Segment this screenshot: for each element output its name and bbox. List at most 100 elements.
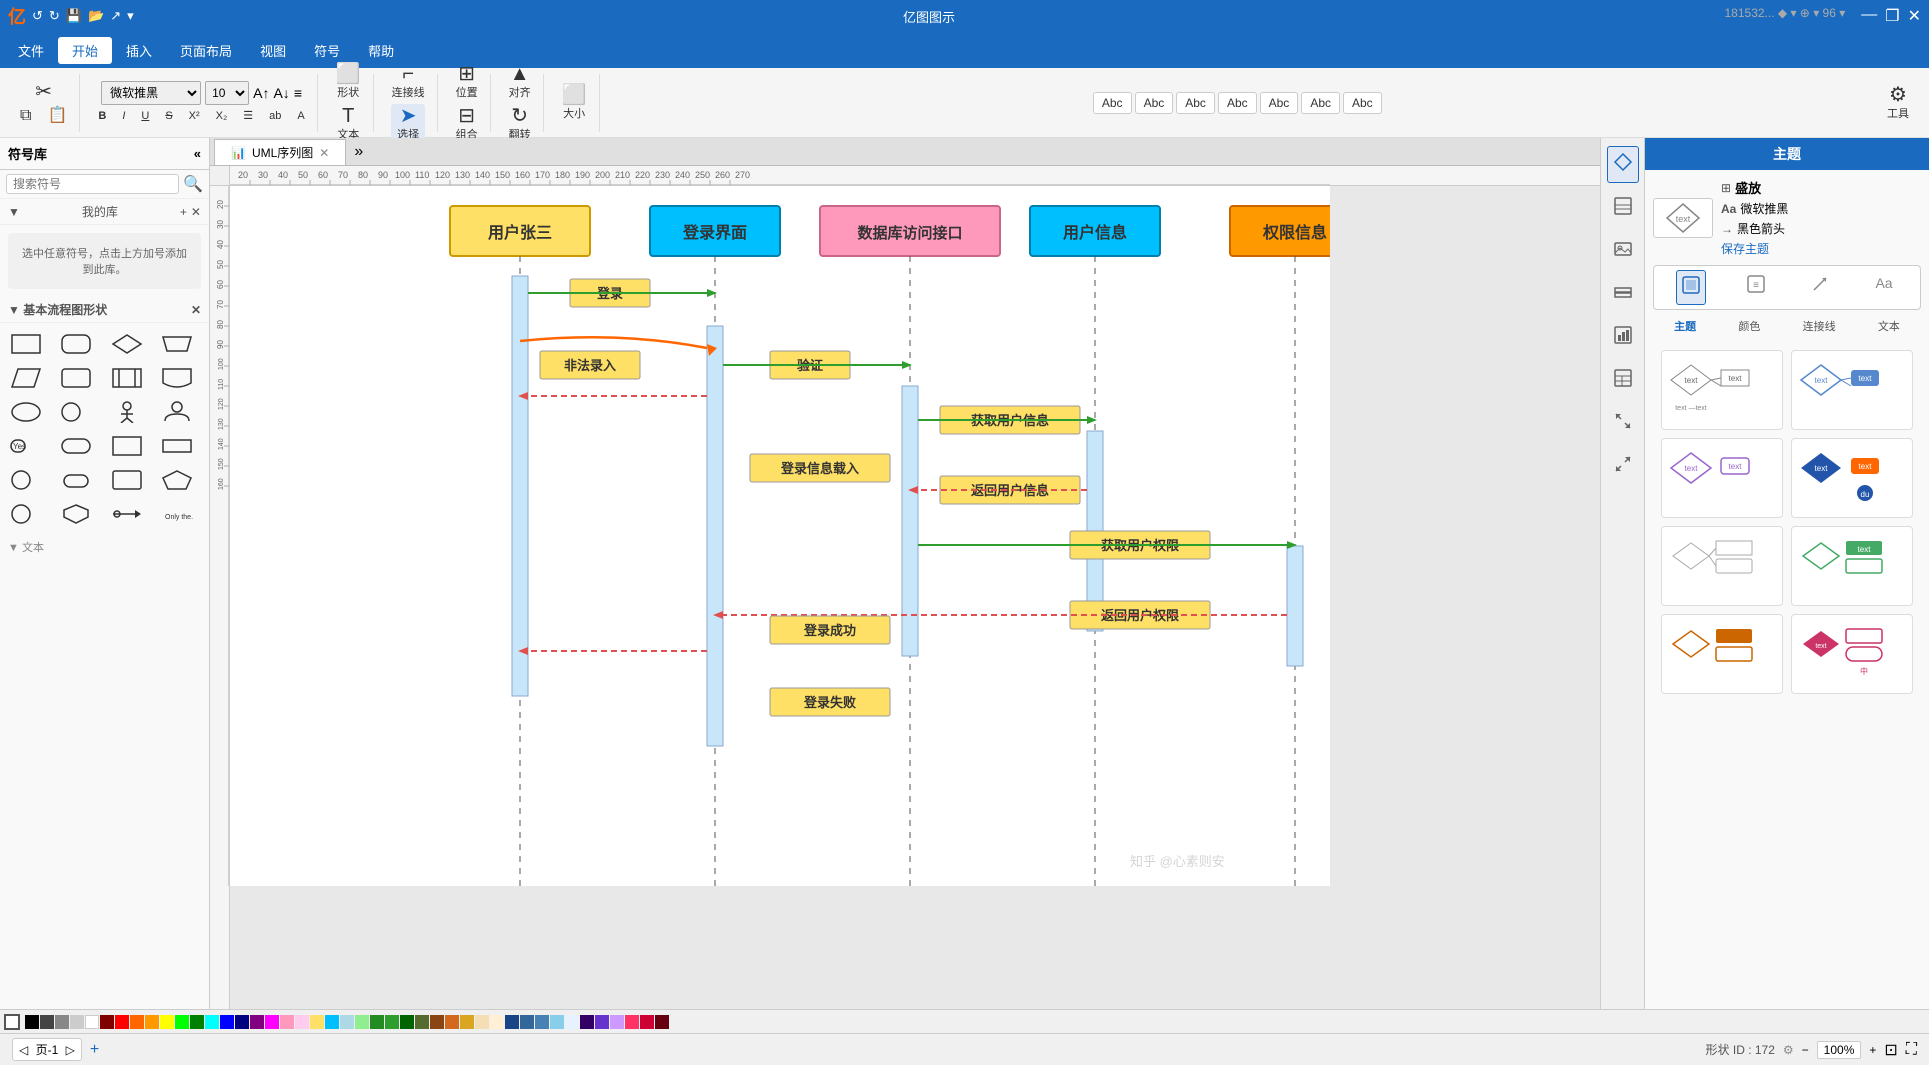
shape-shield[interactable]	[56, 499, 96, 529]
cut-btn[interactable]: ✂	[29, 80, 58, 104]
shape-note[interactable]: Only the...	[157, 499, 197, 529]
shape-process[interactable]	[107, 363, 147, 393]
theme-mode-btn[interactable]	[1676, 270, 1706, 305]
shape-rect3[interactable]	[107, 431, 147, 461]
style-abc-1[interactable]: Abc	[1093, 92, 1132, 114]
font-size-select[interactable]: 10 12 14	[205, 81, 249, 105]
shape-rect4[interactable]	[157, 431, 197, 461]
shape-user[interactable]	[157, 397, 197, 427]
color-swatch-darkgray[interactable]	[40, 1015, 54, 1029]
close-shapes-btn[interactable]: ✕	[191, 303, 201, 317]
menu-insert[interactable]: 插入	[112, 37, 166, 64]
style-abc-7[interactable]: Abc	[1343, 92, 1382, 114]
shape-ellipse[interactable]	[6, 397, 46, 427]
save-btn[interactable]: 💾	[66, 8, 82, 24]
color-swatch-23[interactable]	[430, 1015, 444, 1029]
superscript-btn[interactable]: X²	[183, 108, 206, 124]
underline-btn[interactable]: U	[135, 108, 155, 124]
save-theme-btn[interactable]: 保存主题	[1721, 240, 1788, 257]
color-swatch-22[interactable]	[415, 1015, 429, 1029]
color-swatch-5[interactable]	[160, 1015, 174, 1029]
close-btn[interactable]: ✕	[1908, 6, 1921, 26]
color-swatch-37[interactable]	[640, 1015, 654, 1029]
font-name[interactable]: 微软推黑	[1740, 200, 1788, 217]
font-size-increase-btn[interactable]: A↑	[253, 85, 269, 101]
theme-card-5[interactable]	[1661, 526, 1783, 606]
search-input[interactable]	[6, 174, 179, 194]
color-swatch-11[interactable]	[250, 1015, 264, 1029]
color-swatch-35[interactable]	[610, 1015, 624, 1029]
shape-circle3[interactable]	[6, 499, 46, 529]
theme-card-1[interactable]: text text text —text	[1661, 350, 1783, 430]
font-color-btn[interactable]: A	[291, 108, 310, 124]
shape-rect[interactable]	[6, 329, 46, 359]
color-swatch-27[interactable]	[490, 1015, 504, 1029]
open-btn[interactable]: 📂	[88, 8, 104, 24]
color-swatch-12[interactable]	[265, 1015, 279, 1029]
color-swatch-29[interactable]	[520, 1015, 534, 1029]
color-swatch-14[interactable]	[295, 1015, 309, 1029]
shape-pentagon[interactable]	[157, 465, 197, 495]
diagram-tab[interactable]: 📊 UML序列图 ✕	[214, 139, 346, 165]
undo-btn[interactable]: ↺	[32, 8, 43, 24]
color-swatch-17[interactable]	[340, 1015, 354, 1029]
color-swatch-26[interactable]	[475, 1015, 489, 1029]
canvas-tool-grid[interactable]	[1608, 191, 1638, 226]
theme-card-6[interactable]: text	[1791, 526, 1913, 606]
menu-layout[interactable]: 页面布局	[166, 37, 246, 64]
style-abc-6[interactable]: Abc	[1301, 92, 1340, 114]
collapse-panel-btn[interactable]: «	[194, 146, 201, 161]
fit-page-btn[interactable]: ⊡	[1884, 1040, 1897, 1060]
text-style-btn[interactable]: ab	[263, 108, 287, 124]
color-swatch-28[interactable]	[505, 1015, 519, 1029]
style-abc-5[interactable]: Abc	[1260, 92, 1299, 114]
color-swatch-21[interactable]	[400, 1015, 414, 1029]
canvas-tool-compress[interactable]	[1608, 449, 1638, 484]
theme-preview-diamond[interactable]: text	[1653, 198, 1713, 238]
shape-diamond[interactable]	[107, 329, 147, 359]
color-swatch-31[interactable]	[550, 1015, 564, 1029]
color-swatch-20[interactable]	[385, 1015, 399, 1029]
color-swatch-1[interactable]	[100, 1015, 114, 1029]
position-btn[interactable]: ⊞ 位置	[450, 62, 484, 102]
color-swatch-18[interactable]	[355, 1015, 369, 1029]
menu-file[interactable]: 文件	[4, 37, 58, 64]
menu-start[interactable]: 开始	[58, 37, 112, 64]
color-swatch-13[interactable]	[280, 1015, 294, 1029]
close-library-btn[interactable]: ✕	[191, 205, 201, 219]
canvas-tool-expand[interactable]	[1608, 406, 1638, 441]
subscript-btn[interactable]: X₂	[210, 108, 234, 124]
theme-name[interactable]: 盛放	[1735, 178, 1761, 197]
shape-cloud[interactable]	[56, 465, 96, 495]
menu-view[interactable]: 视图	[246, 37, 300, 64]
shape-parallelogram[interactable]	[6, 363, 46, 393]
style-abc-3[interactable]: Abc	[1176, 92, 1215, 114]
size-btn[interactable]: ⬜ 大小	[556, 83, 593, 123]
minimize-btn[interactable]: —	[1861, 6, 1877, 26]
italic-btn[interactable]: I	[116, 108, 131, 124]
fill-color-btn[interactable]	[4, 1014, 20, 1030]
paste-btn[interactable]: 📋	[41, 106, 73, 126]
color-swatch-30[interactable]	[535, 1015, 549, 1029]
color-swatch-10[interactable]	[235, 1015, 249, 1029]
arrow-name[interactable]: 黑色箭头	[1737, 220, 1785, 237]
shape-stadium[interactable]	[56, 431, 96, 461]
close-tab-btn[interactable]: ✕	[319, 146, 329, 160]
list-btn[interactable]: ☰	[237, 107, 259, 124]
canvas-tool-layers[interactable]	[1608, 277, 1638, 312]
shape-yes-no[interactable]: Yes	[6, 431, 46, 461]
export-btn[interactable]: ↗	[110, 8, 121, 24]
canvas-tool-chart[interactable]	[1608, 320, 1638, 355]
shape-rounded-rect2[interactable]	[56, 363, 96, 393]
color-swatch-36[interactable]	[625, 1015, 639, 1029]
style-abc-4[interactable]: Abc	[1218, 92, 1257, 114]
theme-card-4[interactable]: text text du	[1791, 438, 1913, 518]
shape-doc[interactable]	[157, 363, 197, 393]
color-swatch-7[interactable]	[190, 1015, 204, 1029]
color-swatch-2[interactable]	[115, 1015, 129, 1029]
shape-arrow-line[interactable]	[107, 499, 147, 529]
bold-btn[interactable]: B	[92, 108, 112, 124]
zoom-out-btn[interactable]: −	[1802, 1043, 1809, 1057]
color-swatch-black[interactable]	[25, 1015, 39, 1029]
color-swatch-34[interactable]	[595, 1015, 609, 1029]
